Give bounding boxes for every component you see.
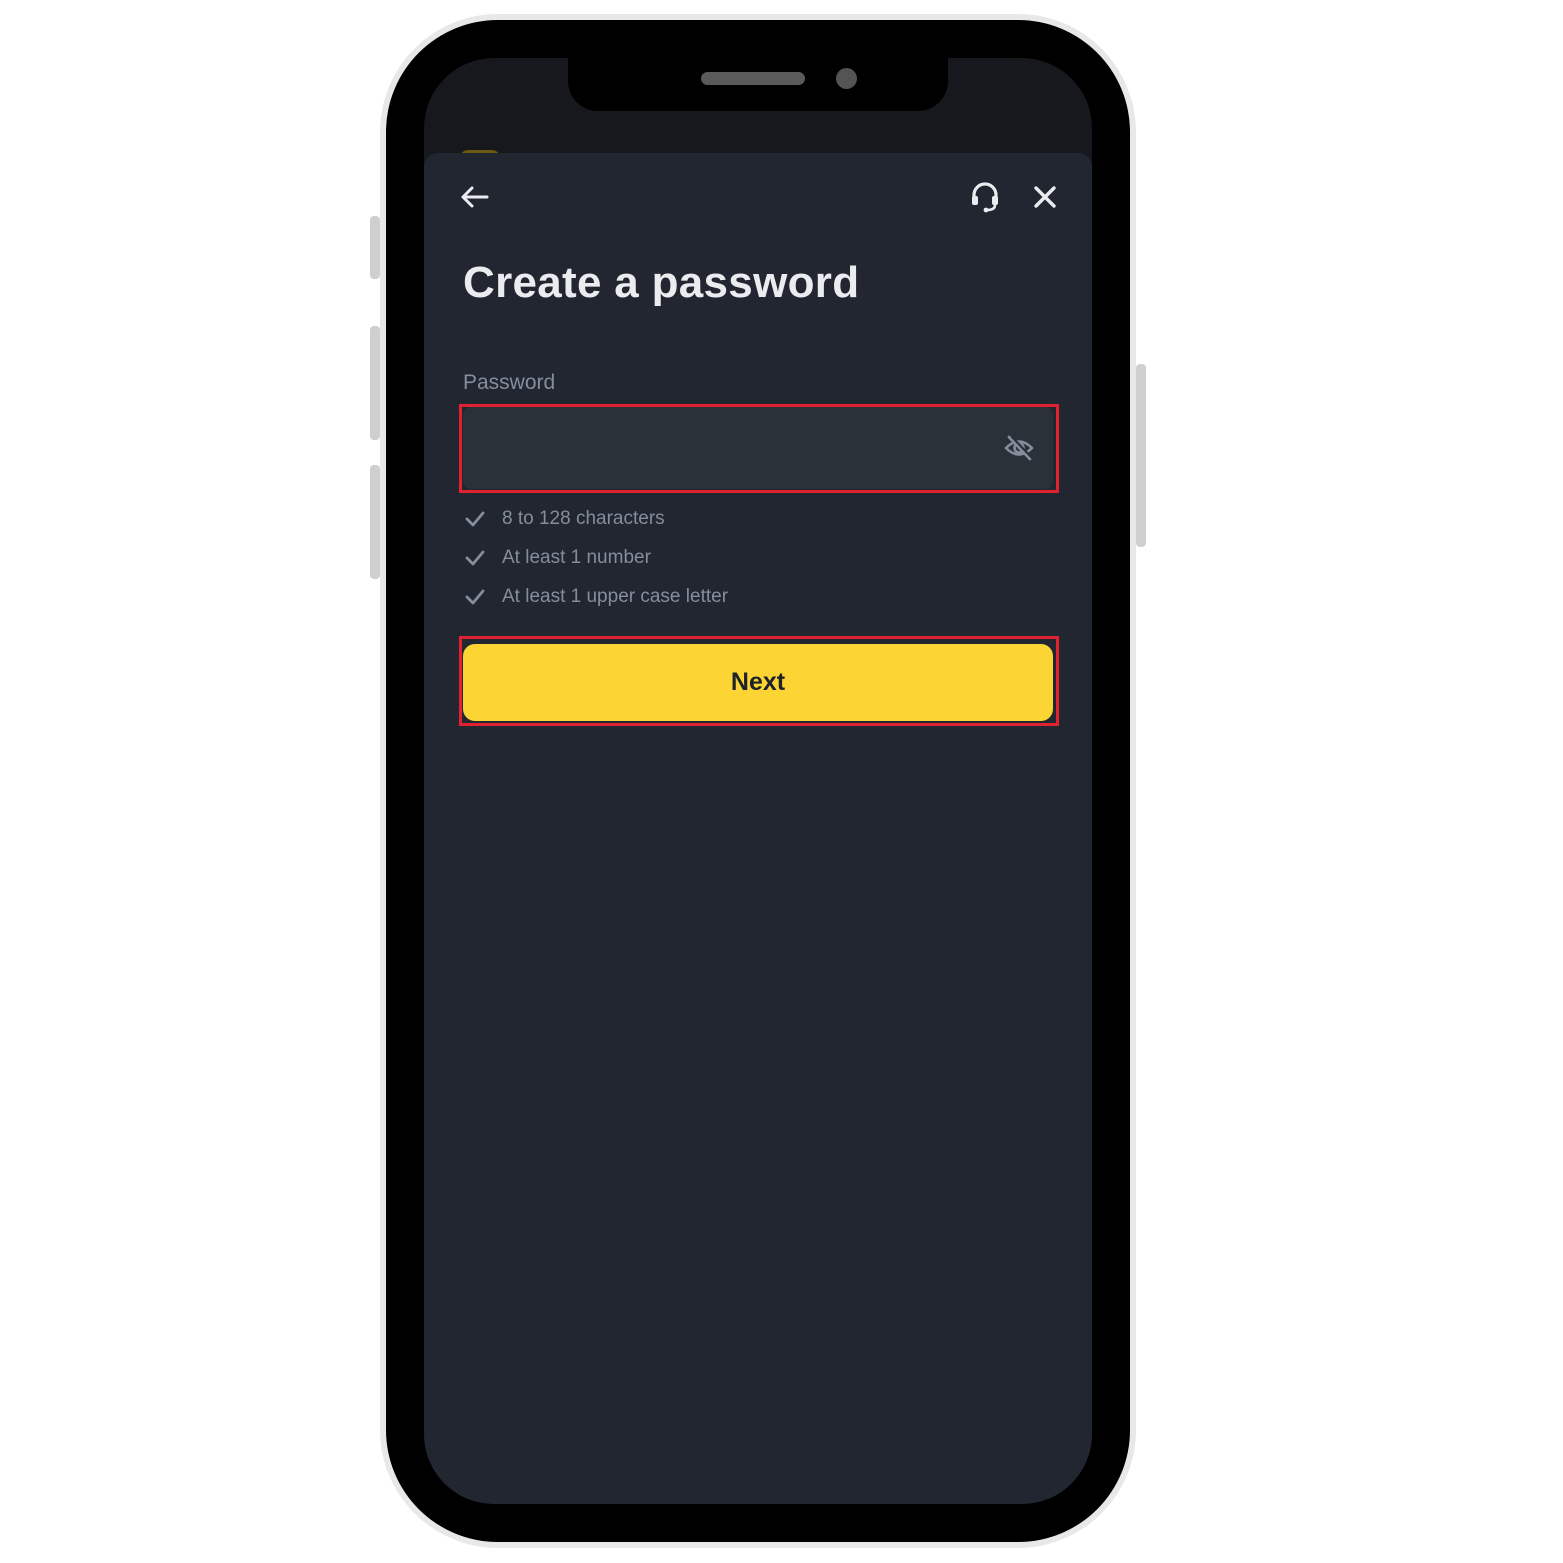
close-icon [1034, 186, 1056, 208]
requirement-item: At least 1 upper case letter [464, 577, 728, 616]
check-icon [465, 550, 485, 565]
page-title: Create a password [463, 258, 860, 307]
check-icon [465, 511, 485, 526]
requirement-item: At least 1 number [464, 538, 728, 577]
arrow-left-icon [461, 186, 489, 208]
back-button[interactable] [454, 181, 494, 213]
password-label: Password [463, 371, 556, 394]
phone-power-button [1136, 364, 1146, 547]
phone-camera [836, 68, 857, 89]
phone-speaker [701, 72, 805, 85]
phone-screen: Create a password Password 8 to 128 char… [424, 58, 1092, 1504]
requirement-text: At least 1 upper case letter [502, 585, 729, 607]
close-button[interactable] [1027, 179, 1063, 215]
headset-icon [972, 182, 998, 213]
phone-volume-up-button [370, 326, 380, 440]
phone-mute-switch [370, 216, 380, 279]
requirement-item: 8 to 128 characters [464, 499, 728, 538]
support-button[interactable] [967, 179, 1003, 215]
requirement-text: 8 to 128 characters [502, 507, 665, 529]
password-requirements: 8 to 128 characters At least 1 number At… [464, 499, 728, 616]
create-password-sheet: Create a password Password 8 to 128 char… [424, 153, 1092, 1504]
password-input-highlight [459, 404, 1059, 493]
phone-volume-down-button [370, 465, 380, 579]
check-icon [465, 589, 485, 604]
next-button-highlight [459, 636, 1059, 726]
requirement-text: At least 1 number [502, 546, 651, 568]
